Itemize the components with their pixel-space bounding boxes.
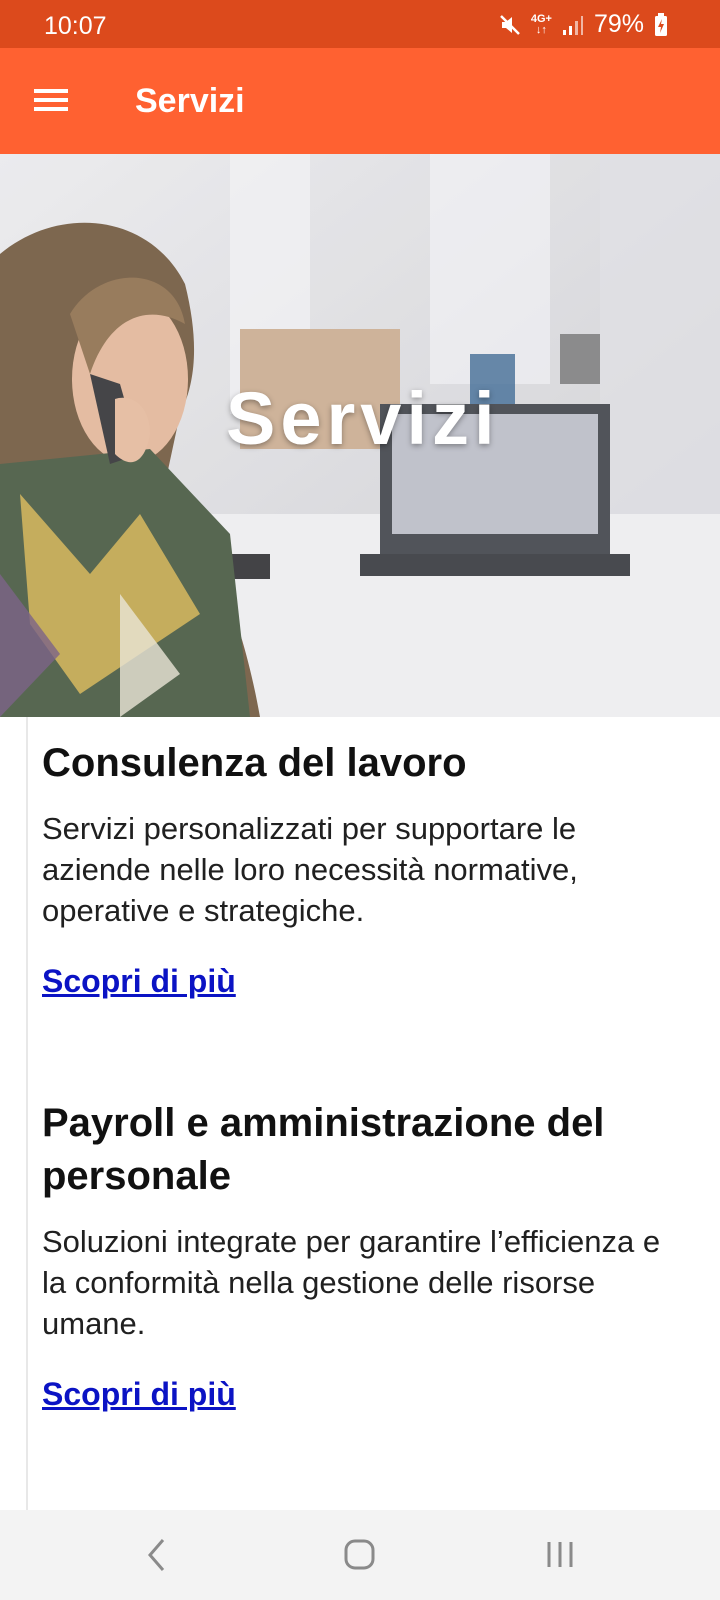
service-title: Payroll e amministrazione del personale <box>42 1101 605 1198</box>
app-bar: Servizi <box>0 48 720 154</box>
hero-title: Servizi <box>226 377 500 460</box>
back-icon[interactable] <box>128 1530 188 1580</box>
content-divider <box>26 717 28 1510</box>
service-card: Payroll e amministrazione del personale … <box>42 1097 692 1414</box>
services-list: Consulenza del lavoro Servizi personaliz… <box>0 717 720 1510</box>
learn-more-link[interactable]: Scopri di più <box>42 961 236 1001</box>
signal-icon <box>562 15 583 35</box>
hamburger-menu-icon[interactable] <box>24 77 80 125</box>
battery-percent: 79% <box>593 10 644 38</box>
status-time: 10:07 <box>44 12 107 40</box>
learn-more-link[interactable]: Scopri di più <box>42 1374 236 1414</box>
network-label: 4G+ <box>530 12 552 25</box>
status-bar: 10:07 4G+ ↓↑ 79% <box>0 0 720 48</box>
battery-charging-icon <box>655 12 667 36</box>
service-description: Soluzioni integrate per garantire l’effi… <box>42 1224 661 1341</box>
status-icons: 4G+ ↓↑ 79% <box>499 12 668 37</box>
mute-icon <box>499 14 520 35</box>
data-arrows-glyph: ↓↑ <box>535 23 547 36</box>
page-title: Servizi <box>135 82 245 120</box>
home-icon[interactable] <box>330 1530 390 1580</box>
service-description: Servizi personalizzati per supportare le… <box>42 811 578 928</box>
recents-icon[interactable] <box>530 1530 590 1580</box>
network-4g-icon: 4G+ ↓↑ <box>530 12 552 36</box>
service-title: Consulenza del lavoro <box>42 741 467 785</box>
service-card: Consulenza del lavoro Servizi personaliz… <box>42 737 692 1001</box>
system-navigation-bar <box>0 1510 720 1600</box>
hero-banner: Servizi <box>0 154 720 717</box>
